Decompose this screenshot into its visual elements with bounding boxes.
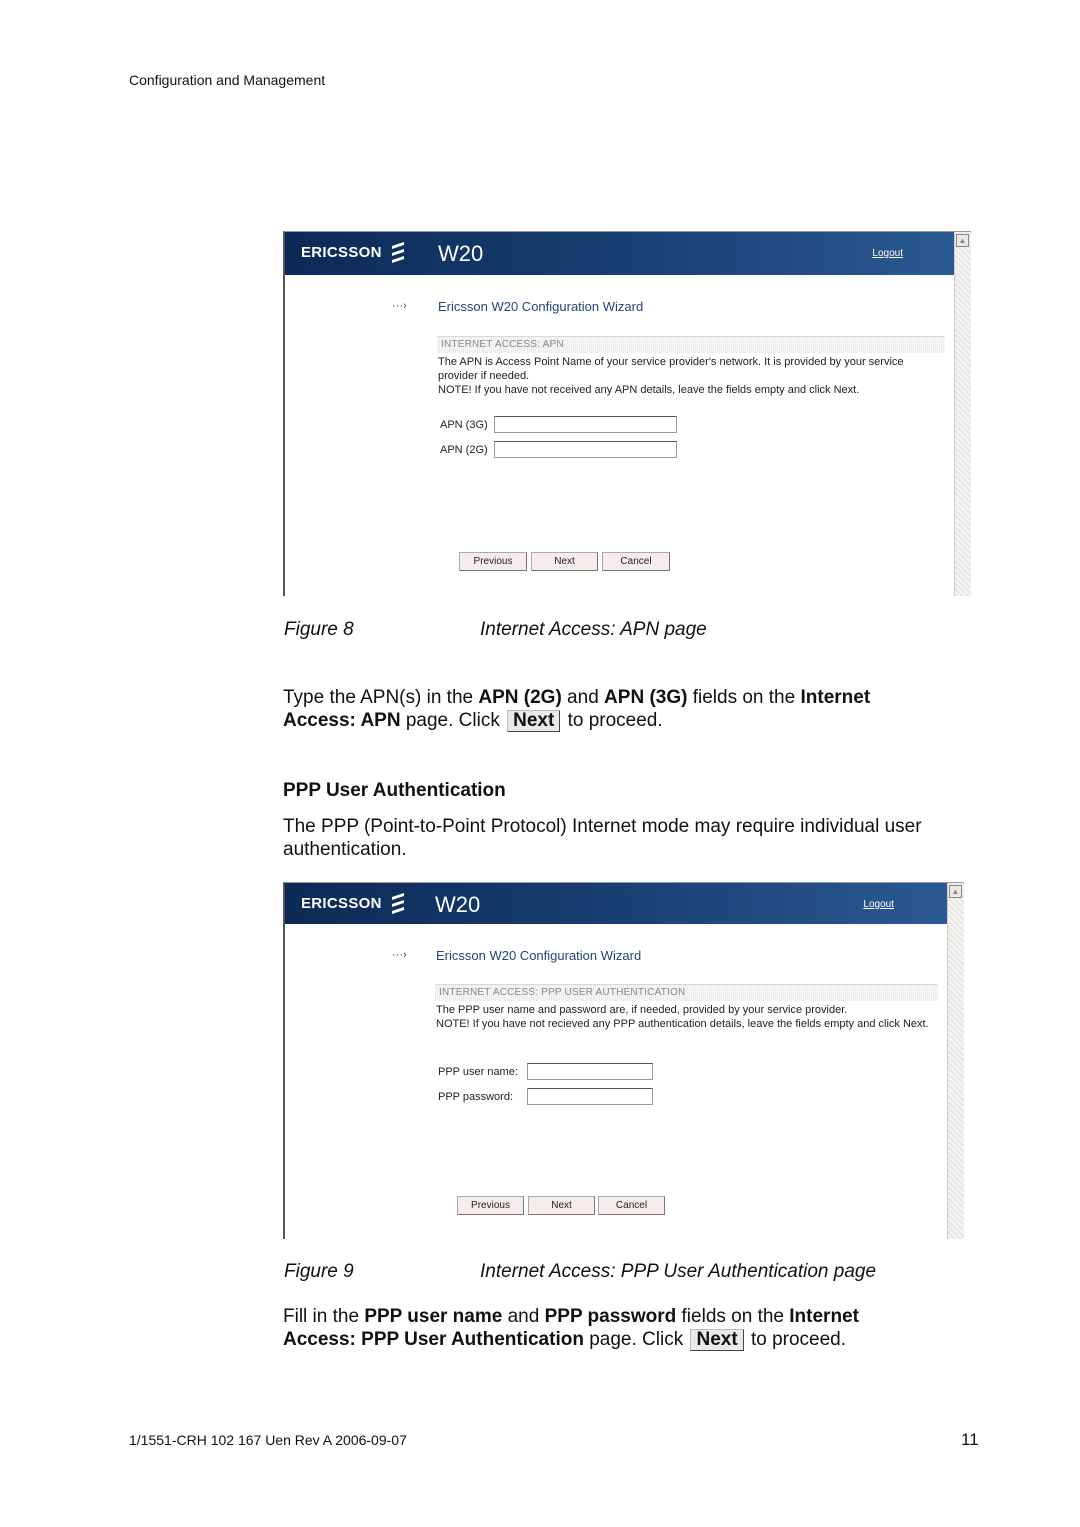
dotted-arrow-icon: ···› <box>392 300 407 312</box>
field-ref: APN (3G) <box>604 687 688 708</box>
ppp-intro: The PPP (Point-to-Point Protocol) Intern… <box>283 816 922 860</box>
description-note: NOTE! If you have not recieved any PPP a… <box>436 1018 929 1030</box>
description-note: NOTE! If you have not received any APN d… <box>438 384 860 396</box>
figure-number: Figure 9 <box>284 1261 354 1282</box>
text: to proceed. <box>562 710 663 731</box>
section-bar: INTERNET ACCESS: APN <box>437 336 945 353</box>
description: The APN is Access Point Name of your ser… <box>438 355 945 397</box>
next-key-ref: Next <box>507 710 561 732</box>
text: Fill in the <box>283 1306 365 1327</box>
section-bar: INTERNET ACCESS: PPP USER AUTHENTICATION <box>435 984 938 1001</box>
vertical-scrollbar[interactable]: ▲ <box>954 232 971 596</box>
description-line: The PPP user name and password are, if n… <box>436 1004 848 1016</box>
text: fields on the <box>676 1306 790 1327</box>
text: fields on the <box>687 687 801 708</box>
product-name: W20 <box>435 892 481 917</box>
ericsson-logo-icon <box>392 893 404 914</box>
field-ref: PPP password <box>544 1306 677 1327</box>
scroll-up-arrow-icon[interactable]: ▲ <box>949 885 962 898</box>
scroll-up-arrow-icon[interactable]: ▲ <box>956 234 969 247</box>
section-heading: PPP User Authentication <box>283 780 506 801</box>
field-ref: APN (2G) <box>478 687 562 708</box>
ppp-password-input[interactable] <box>527 1088 653 1105</box>
ericsson-logo-icon <box>392 242 404 263</box>
apn-instructions: Type the APN(s) in the APN (2G) and APN … <box>283 686 923 732</box>
wizard-title: Ericsson W20 Configuration Wizard <box>438 299 644 314</box>
page-number: 11 <box>961 1430 979 1449</box>
apn-page-screenshot: ERICSSON W20 Logout ▲ ···› Ericsson W20 … <box>283 231 971 596</box>
product-name: W20 <box>438 241 484 266</box>
wizard-title: Ericsson W20 Configuration Wizard <box>436 948 642 963</box>
ericsson-logo-text: ERICSSON <box>301 895 382 912</box>
next-button[interactable]: Next <box>528 1196 595 1215</box>
section-title: INTERNET ACCESS: PPP USER AUTHENTICATION <box>439 987 686 998</box>
description: The PPP user name and password are, if n… <box>436 1003 938 1031</box>
logout-link[interactable]: Logout <box>872 248 903 259</box>
ppp-instructions: Fill in the PPP user name and PPP passwo… <box>283 1305 923 1351</box>
previous-button[interactable]: Previous <box>459 552 527 571</box>
apn-3g-input[interactable] <box>494 416 677 433</box>
text: page. Click <box>400 710 506 731</box>
ppp-user-name-label: PPP user name: <box>438 1066 518 1078</box>
logout-link[interactable]: Logout <box>863 899 894 910</box>
description-line: The APN is Access Point Name of your ser… <box>438 356 904 382</box>
apn-2g-input[interactable] <box>494 441 677 458</box>
apn-2g-label: APN (2G) <box>440 444 488 456</box>
footer-document-id: 1/1551-CRH 102 167 Uen Rev A 2006-09-07 <box>129 1432 407 1448</box>
header-banner: ERICSSON W20 Logout <box>285 232 955 275</box>
figure-title: Internet Access: APN page <box>480 619 707 640</box>
vertical-scrollbar[interactable]: ▲ <box>947 883 964 1239</box>
apn-3g-label: APN (3G) <box>440 419 488 431</box>
ppp-password-label: PPP password: <box>438 1091 514 1103</box>
dotted-arrow-icon: ···› <box>392 949 407 961</box>
text: to proceed. <box>745 1329 847 1350</box>
figure-number: Figure 8 <box>284 619 354 640</box>
running-header: Configuration and Management <box>129 72 326 88</box>
previous-button[interactable]: Previous <box>457 1196 524 1215</box>
field-ref: PPP user name <box>364 1306 503 1327</box>
ppp-user-name-input[interactable] <box>527 1063 653 1080</box>
text: page. Click <box>583 1329 689 1350</box>
text: and <box>561 687 605 708</box>
header-banner: ERICSSON W20 Logout <box>285 883 948 924</box>
figure-title: Internet Access: PPP User Authentication… <box>480 1261 877 1282</box>
ericsson-logo-text: ERICSSON <box>301 244 382 261</box>
ppp-page-screenshot: ERICSSON W20 Logout ▲ ···› Ericsson W20 … <box>283 882 964 1239</box>
next-key-ref: Next <box>690 1329 744 1351</box>
text: and <box>502 1306 545 1327</box>
text: Type the APN(s) in the <box>283 687 479 708</box>
cancel-button[interactable]: Cancel <box>598 1196 665 1215</box>
section-title: INTERNET ACCESS: APN <box>441 339 564 350</box>
cancel-button[interactable]: Cancel <box>602 552 670 571</box>
next-button[interactable]: Next <box>531 552 598 571</box>
